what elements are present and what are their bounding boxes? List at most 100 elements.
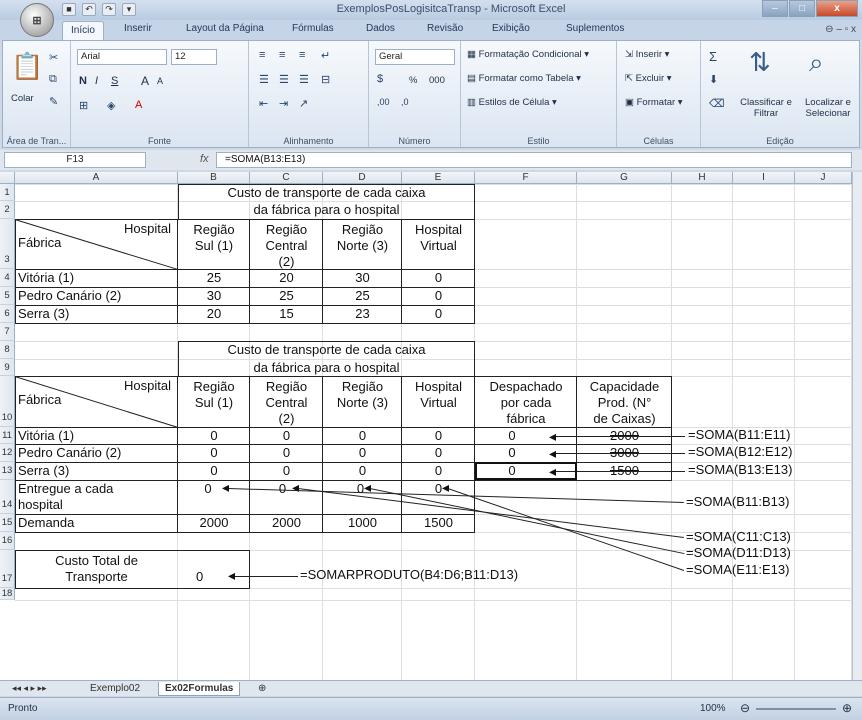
tab-inicio[interactable]: Início: [62, 21, 104, 40]
maximize-button[interactable]: □: [789, 0, 815, 17]
align-bottom-icon[interactable]: ≡: [299, 49, 305, 61]
select-all-corner[interactable]: [0, 172, 15, 184]
tab-suplementos[interactable]: Suplementos: [566, 23, 624, 34]
column-header-H[interactable]: H: [672, 172, 733, 184]
sheet-tab-ex02formulas[interactable]: Ex02Formulas: [158, 682, 241, 696]
row-header-3[interactable]: 3: [0, 219, 15, 269]
column-header-I[interactable]: I: [733, 172, 795, 184]
italic-button[interactable]: I: [95, 75, 98, 87]
row-header-4[interactable]: 4: [0, 269, 15, 287]
underline-button[interactable]: S: [111, 75, 118, 87]
find-select-icon[interactable]: ⌕: [809, 47, 824, 79]
format-painter-icon[interactable]: ✎: [49, 95, 58, 108]
column-header-F[interactable]: F: [475, 172, 577, 184]
insert-sheet-icon[interactable]: ⊕: [252, 682, 272, 695]
row-header-7[interactable]: 7: [0, 323, 15, 341]
sort-filter-label[interactable]: Classificar e Filtrar: [735, 97, 797, 119]
row-header-2[interactable]: 2: [0, 201, 15, 219]
tab-revisao[interactable]: Revisão: [427, 23, 463, 34]
name-box[interactable]: F13: [4, 152, 146, 168]
row-header-6[interactable]: 6: [0, 305, 15, 323]
tab-formulas[interactable]: Fórmulas: [292, 23, 334, 34]
row-header-18[interactable]: 18: [0, 588, 15, 600]
vertical-scrollbar[interactable]: [852, 172, 862, 680]
align-middle-icon[interactable]: ≡: [279, 49, 285, 61]
sheet-tab-exemplo02[interactable]: Exemplo02: [84, 682, 146, 695]
minimize-button[interactable]: –: [762, 0, 788, 17]
format-button[interactable]: ▣ Formatar ▾: [625, 97, 683, 108]
wrap-text-icon[interactable]: ↵: [321, 49, 330, 62]
copy-icon[interactable]: ⧉: [49, 73, 57, 86]
orientation-icon[interactable]: ↗: [299, 97, 308, 110]
column-header-A[interactable]: A: [15, 172, 178, 184]
thousands-button[interactable]: 000: [429, 75, 445, 86]
indent-increase-icon[interactable]: ⇥: [279, 97, 288, 110]
row-header-15[interactable]: 15: [0, 514, 15, 532]
column-header-E[interactable]: E: [402, 172, 475, 184]
worksheet-grid[interactable]: A B C D E F G H I J 1 2 3 4 5 6 7 8 9 10 11 12 13 14 15 16 17 18 Cus…: [0, 172, 852, 680]
row-header-13[interactable]: 13: [0, 462, 15, 480]
ribbon-controls[interactable]: ⊖ – ▫ x: [825, 24, 856, 35]
tab-exibicao[interactable]: Exibição: [492, 23, 530, 34]
column-header-C[interactable]: C: [250, 172, 323, 184]
font-size-select[interactable]: 12: [171, 49, 217, 65]
close-button[interactable]: x: [816, 0, 858, 17]
sum-button[interactable]: Σ: [709, 49, 717, 64]
decrease-decimal-icon[interactable]: ,0: [401, 97, 409, 107]
tab-inserir[interactable]: Inserir: [124, 23, 152, 34]
row-header-5[interactable]: 5: [0, 287, 15, 305]
align-top-icon[interactable]: ≡: [259, 49, 265, 61]
tab-layout[interactable]: Layout da Página: [186, 23, 264, 34]
row-header-17[interactable]: 17: [0, 550, 15, 588]
column-header-B[interactable]: B: [178, 172, 250, 184]
font-color-icon[interactable]: A: [135, 99, 142, 111]
row-header-8[interactable]: 8: [0, 341, 15, 359]
delete-button[interactable]: ⇱ Excluir ▾: [625, 73, 672, 84]
row-header-10[interactable]: 10: [0, 376, 15, 427]
percent-button[interactable]: %: [409, 75, 417, 86]
indent-decrease-icon[interactable]: ⇤: [259, 97, 268, 110]
tab-dados[interactable]: Dados: [366, 23, 395, 34]
align-center-icon[interactable]: ☰: [279, 73, 289, 86]
fill-color-icon[interactable]: ◈: [107, 99, 115, 112]
grow-font-button[interactable]: A: [141, 74, 149, 88]
clear-icon[interactable]: ⌫: [709, 97, 725, 110]
paste-icon[interactable]: 📋: [11, 51, 43, 82]
cut-icon[interactable]: ✂: [49, 51, 58, 64]
selected-cell[interactable]: [475, 462, 577, 480]
shrink-font-button[interactable]: A: [157, 76, 163, 86]
row-header-12[interactable]: 12: [0, 444, 15, 462]
zoom-out-icon[interactable]: ⊖: [740, 701, 750, 715]
cell-styles-button[interactable]: ▥ Estilos de Célula ▾: [467, 97, 557, 108]
align-left-icon[interactable]: ☰: [259, 73, 269, 86]
zoom-slider[interactable]: [756, 708, 836, 710]
borders-icon[interactable]: ⊞: [79, 99, 88, 112]
format-table-button[interactable]: ▤ Formatar como Tabela ▾: [467, 73, 581, 84]
conditional-format-button[interactable]: ▦ Formatação Condicional ▾: [467, 49, 589, 60]
sheet-nav-icon[interactable]: ◂◂ ◂ ▸ ▸▸: [6, 682, 53, 695]
column-header-D[interactable]: D: [323, 172, 402, 184]
number-format-select[interactable]: Geral: [375, 49, 455, 65]
sort-filter-icon[interactable]: ⇅: [749, 47, 771, 78]
fill-icon[interactable]: ⬇: [709, 73, 718, 86]
row-header-16[interactable]: 16: [0, 532, 15, 550]
bold-button[interactable]: N: [79, 75, 87, 87]
formula-input[interactable]: =SOMA(B13:E13): [216, 152, 852, 168]
insert-button[interactable]: ⇲ Inserir ▾: [625, 49, 669, 60]
currency-icon[interactable]: $: [377, 73, 383, 85]
column-header-J[interactable]: J: [795, 172, 852, 184]
row-header-1[interactable]: 1: [0, 184, 15, 201]
increase-decimal-icon[interactable]: ,00: [377, 97, 390, 107]
row-header-11[interactable]: 11: [0, 427, 15, 444]
zoom-level[interactable]: 100%: [700, 703, 726, 714]
column-header-G[interactable]: G: [577, 172, 672, 184]
fx-icon[interactable]: fx: [200, 153, 209, 165]
row-header-9[interactable]: 9: [0, 359, 15, 376]
office-button[interactable]: ⊞: [20, 3, 54, 37]
font-name-select[interactable]: Arial: [77, 49, 167, 65]
find-select-label[interactable]: Localizar e Selecionar: [797, 97, 859, 119]
align-right-icon[interactable]: ☰: [299, 73, 309, 86]
row-header-14[interactable]: 14: [0, 480, 15, 514]
zoom-in-icon[interactable]: ⊕: [842, 701, 852, 715]
merge-icon[interactable]: ⊟: [321, 73, 330, 86]
